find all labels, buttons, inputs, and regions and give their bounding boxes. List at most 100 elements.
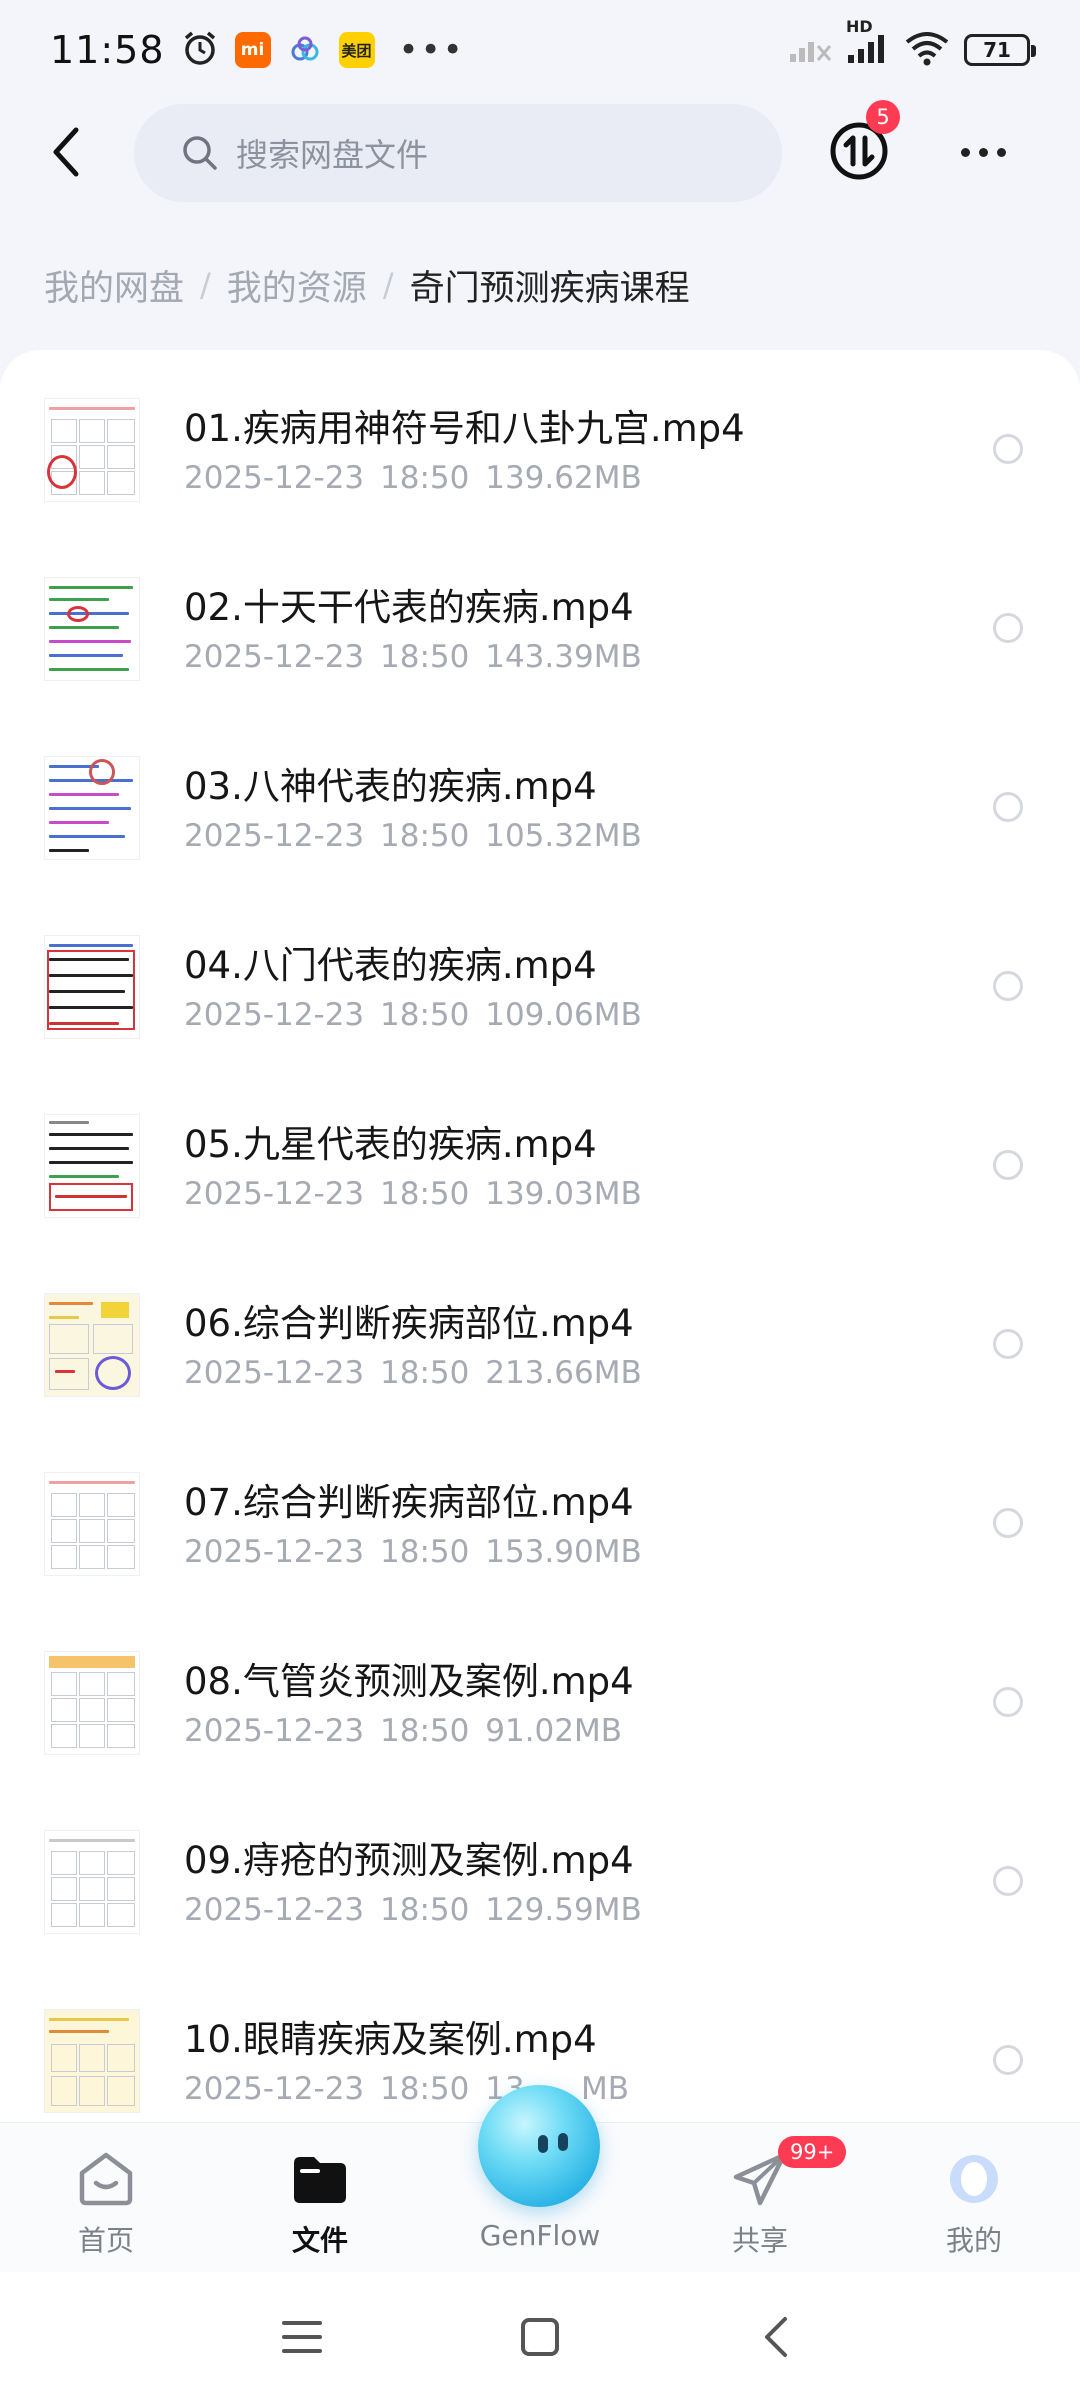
mi-app-icon: mi (234, 32, 271, 68)
chevron-left-icon (53, 127, 79, 177)
tab-label: 文件 (291, 2224, 348, 2257)
file-time: 18:50 (380, 639, 470, 675)
file-date: 2025-12-23 (184, 2071, 365, 2107)
file-date: 2025-12-23 (184, 818, 365, 854)
file-meta: 2025-12-23 18:50 213.66MB (184, 1355, 642, 1391)
file-time: 18:50 (380, 1355, 470, 1391)
video-thumbnail (44, 756, 140, 860)
network-type-label: HD (846, 17, 873, 36)
file-row[interactable]: 08.气管炎预测及案例.mp4 2025-12-23 18:50 91.02MB (0, 1603, 1080, 1782)
search-icon (183, 136, 217, 170)
dot (996, 147, 1006, 157)
file-row[interactable]: 01.疾病用神符号和八卦九宫.mp4 2025-12-23 18:50 139.… (0, 350, 1080, 529)
file-size: 139.03MB (485, 1176, 642, 1212)
file-name: 06.综合判断疾病部位.mp4 (184, 1302, 634, 1345)
share-count-badge: 99+ (778, 2136, 847, 2168)
breadcrumb-item-root[interactable]: 我的网盘 (44, 260, 184, 311)
breadcrumb-item-resources[interactable]: 我的资源 (227, 260, 367, 311)
alarm-icon (181, 29, 219, 71)
tab-label: 我的 (945, 2224, 1002, 2257)
file-row[interactable]: 02.十天干代表的疾病.mp4 2025-12-23 18:50 143.39M… (0, 529, 1080, 708)
file-date: 2025-12-23 (184, 460, 365, 496)
file-time: 18:50 (380, 460, 470, 496)
file-size: 91.02MB (485, 1713, 622, 1749)
home-square-icon[interactable] (510, 2312, 570, 2362)
cloud-app-icon (287, 32, 323, 68)
tab-profile[interactable]: 我的 (894, 2151, 1054, 2261)
file-size: 109.06MB (485, 997, 642, 1033)
video-thumbnail (44, 1472, 140, 1576)
file-row[interactable]: 03.八神代表的疾病.mp4 2025-12-23 18:50 105.32MB (0, 708, 1080, 887)
file-size: 153.90MB (485, 1534, 642, 1570)
file-meta: 2025-12-23 18:50 153.90MB (184, 1534, 642, 1570)
video-thumbnail (44, 398, 140, 502)
signal-muted-icon (788, 32, 832, 68)
select-radio[interactable] (993, 613, 1023, 643)
video-thumbnail (44, 1114, 140, 1218)
genflow-orb-icon[interactable] (478, 2085, 600, 2207)
tab-files[interactable]: 文件 (240, 2151, 400, 2261)
file-name: 03.八神代表的疾病.mp4 (184, 765, 597, 808)
select-radio[interactable] (993, 434, 1023, 464)
file-time: 18:50 (380, 1176, 470, 1212)
file-date: 2025-12-23 (184, 1534, 365, 1570)
more-options-button[interactable] (948, 130, 1018, 174)
file-meta: 2025-12-23 18:50 143.39MB (184, 639, 642, 675)
menu-icon[interactable] (272, 2312, 332, 2362)
file-time: 18:50 (380, 2071, 470, 2107)
file-name: 02.十天干代表的疾病.mp4 (184, 586, 634, 629)
status-right: HD 71 (788, 17, 1036, 70)
file-meta: 2025-12-23 18:50 129.59MB (184, 1892, 642, 1928)
file-time: 18:50 (380, 1713, 470, 1749)
status-time: 11:58 (50, 28, 165, 72)
select-radio[interactable] (993, 2045, 1023, 2075)
file-date: 2025-12-23 (184, 1713, 365, 1749)
folder-icon (290, 2151, 350, 2207)
status-left: 11:58 mi 美团 ••• (50, 28, 465, 72)
breadcrumb-separator: / (200, 266, 211, 304)
wifi-icon (904, 30, 950, 70)
file-name: 09.痔疮的预测及案例.mp4 (184, 1839, 634, 1882)
dot (978, 147, 988, 157)
file-date: 2025-12-23 (184, 639, 365, 675)
back-triangle-icon[interactable] (746, 2312, 806, 2362)
select-radio[interactable] (993, 1329, 1023, 1359)
select-radio[interactable] (993, 1150, 1023, 1180)
more-notifications-icon: ••• (398, 30, 465, 70)
file-date: 2025-12-23 (184, 997, 365, 1033)
back-button[interactable] (36, 122, 96, 182)
file-meta: 2025-12-23 18:50 109.06MB (184, 997, 642, 1033)
file-size: 213.66MB (485, 1355, 642, 1391)
dot (960, 147, 970, 157)
signal-icon: HD (846, 17, 890, 69)
file-row[interactable]: 04.八门代表的疾病.mp4 2025-12-23 18:50 109.06MB (0, 887, 1080, 1066)
select-radio[interactable] (993, 1866, 1023, 1896)
file-time: 18:50 (380, 1892, 470, 1928)
tab-home[interactable]: 首页 (26, 2151, 186, 2261)
file-row[interactable]: 07.综合判断疾病部位.mp4 2025-12-23 18:50 153.90M… (0, 1424, 1080, 1603)
file-size: 143.39MB (485, 639, 642, 675)
file-row[interactable]: 05.九星代表的疾病.mp4 2025-12-23 18:50 139.03MB (0, 1066, 1080, 1245)
file-size: 139.62MB (485, 460, 642, 496)
top-nav: 搜索网盘文件 5 (0, 100, 1080, 205)
file-date: 2025-12-23 (184, 1355, 365, 1391)
file-name: 04.八门代表的疾病.mp4 (184, 944, 597, 987)
search-input[interactable]: 搜索网盘文件 (134, 104, 782, 202)
select-radio[interactable] (993, 792, 1023, 822)
select-radio[interactable] (993, 1687, 1023, 1717)
select-radio[interactable] (993, 1508, 1023, 1538)
file-row[interactable]: 09.痔疮的预测及案例.mp4 2025-12-23 18:50 129.59M… (0, 1782, 1080, 1961)
file-meta: 2025-12-23 18:50 139.03MB (184, 1176, 642, 1212)
file-list: 01.疾病用神符号和八卦九宫.mp4 2025-12-23 18:50 139.… (0, 350, 1080, 2130)
battery-indicator: 71 (964, 34, 1036, 66)
file-time: 18:50 (380, 1534, 470, 1570)
file-name: 01.疾病用神符号和八卦九宫.mp4 (184, 407, 745, 450)
file-row[interactable]: 06.综合判断疾病部位.mp4 2025-12-23 18:50 213.66M… (0, 1245, 1080, 1424)
select-radio[interactable] (993, 971, 1023, 1001)
file-date: 2025-12-23 (184, 1892, 365, 1928)
file-name: 05.九星代表的疾病.mp4 (184, 1123, 597, 1166)
file-name: 07.综合判断疾病部位.mp4 (184, 1481, 634, 1524)
breadcrumb-separator: / (382, 266, 394, 304)
file-meta: 2025-12-23 18:50 91.02MB (184, 1713, 622, 1749)
file-time: 18:50 (380, 818, 470, 854)
